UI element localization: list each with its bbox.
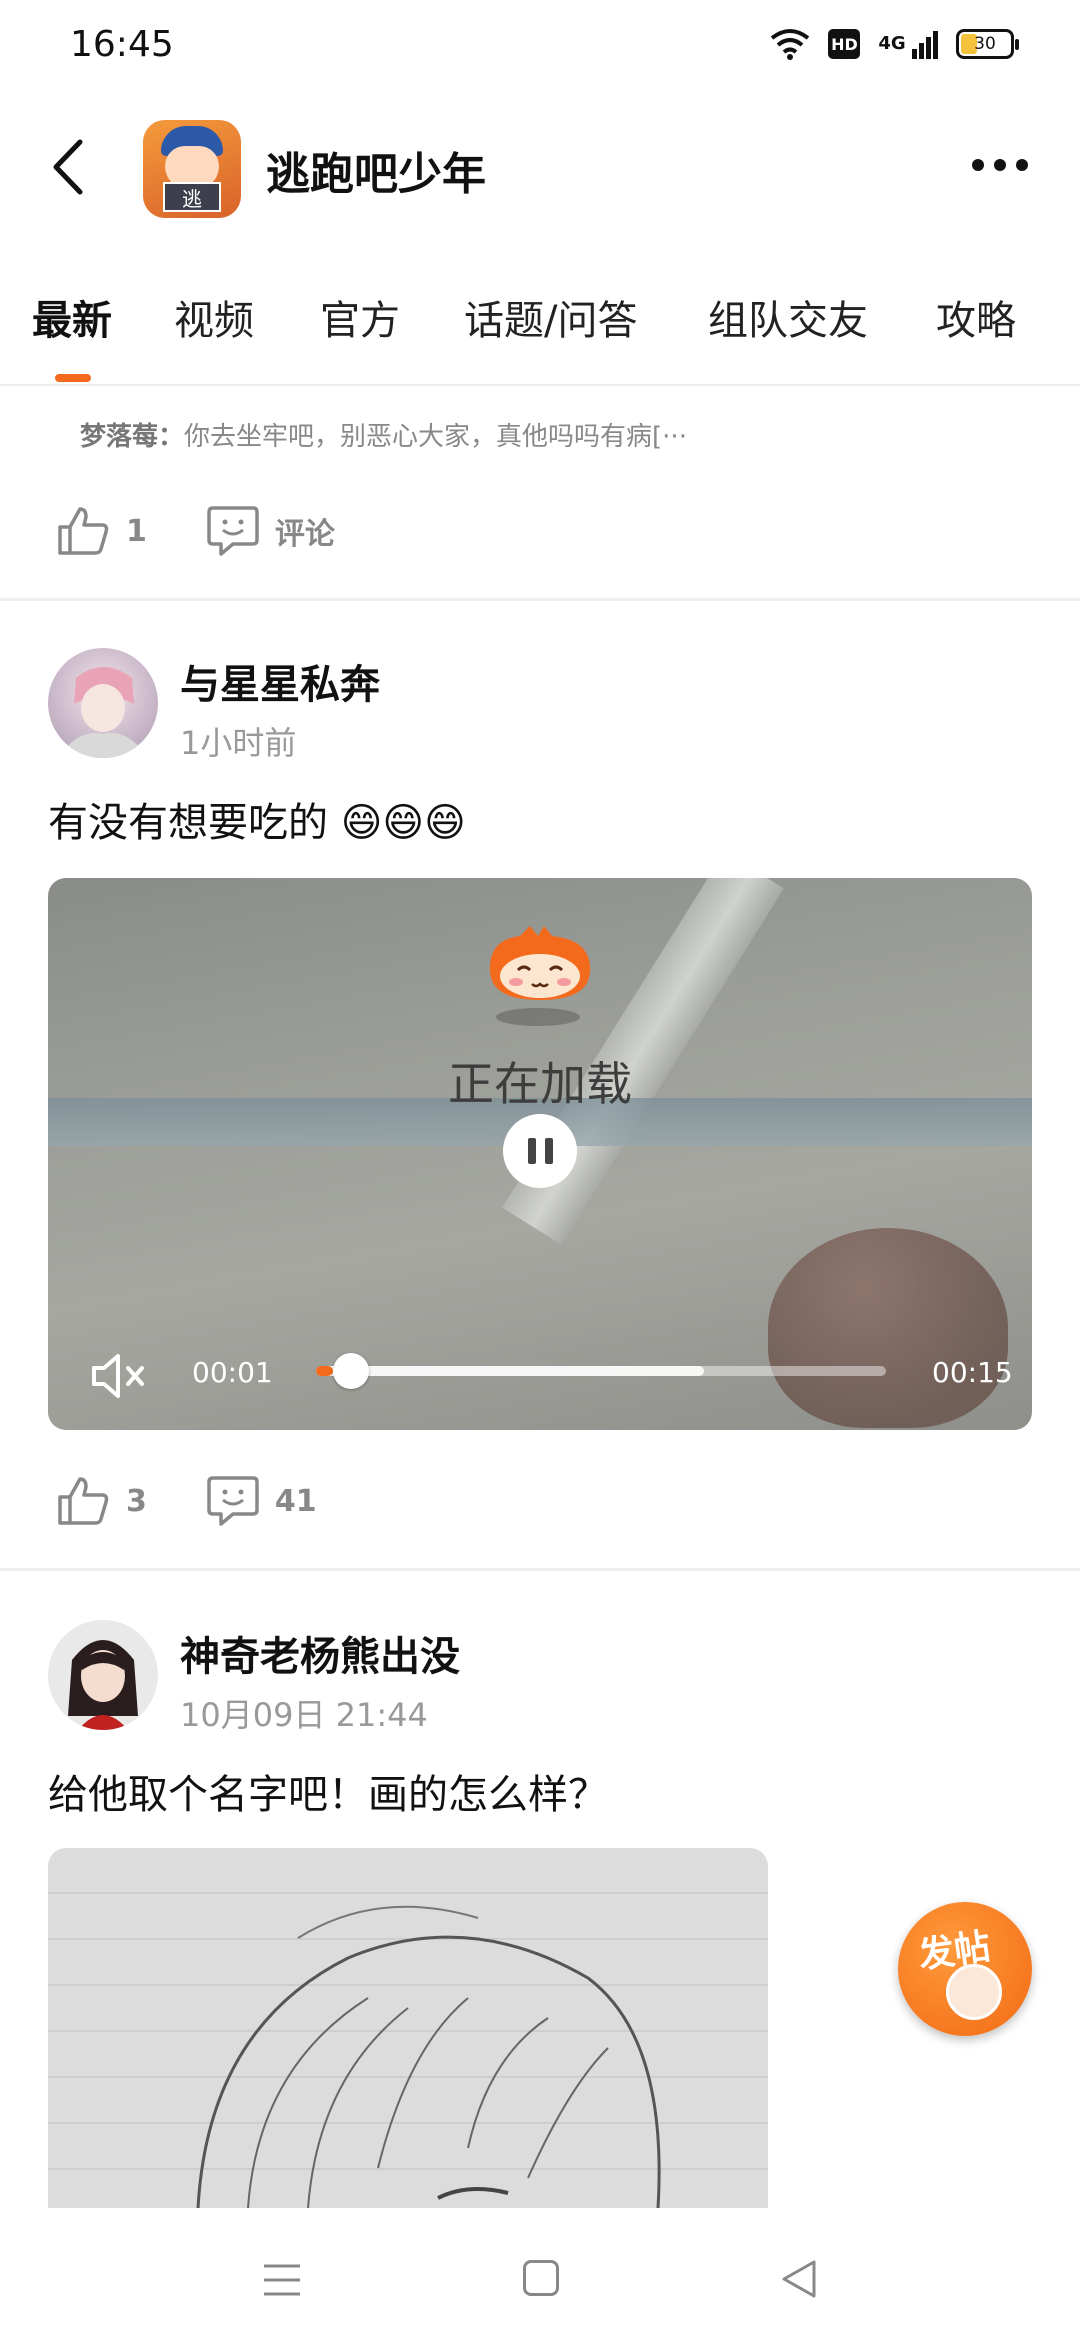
comment-icon	[207, 506, 259, 556]
signal-icon: 4G	[878, 29, 938, 59]
total-time: 00:15	[932, 1356, 1013, 1389]
played-bar	[316, 1366, 334, 1376]
back-triangle-icon[interactable]	[778, 2258, 818, 2300]
pause-icon	[544, 1138, 553, 1164]
dot-icon	[972, 159, 984, 171]
comment-preview[interactable]: 梦落莓：你去坐牢吧，别恶心大家，真他吗吗有病[···	[80, 416, 687, 453]
comment-label: 评论	[274, 517, 335, 552]
progress-bar[interactable]	[316, 1353, 886, 1389]
comment-author: 梦落莓：	[80, 422, 185, 452]
thumbs-up-icon	[58, 507, 109, 555]
post-text[interactable]: 有没有想要吃的 😄😄😄	[48, 790, 466, 848]
home-icon[interactable]	[523, 2260, 559, 2296]
like-button[interactable]: 1	[56, 505, 147, 557]
progress-thumb[interactable]	[333, 1353, 370, 1389]
tab-official[interactable]: 官方	[320, 288, 400, 346]
comment-icon	[207, 1476, 259, 1526]
post-time: 1小时前	[180, 724, 297, 762]
like-count: 1	[126, 513, 147, 549]
battery-level: 30	[974, 34, 996, 54]
status-time: 16:45	[70, 24, 174, 65]
mascot-icon	[946, 1964, 1002, 2020]
post-time: 10月09日 21:44	[180, 1696, 428, 1734]
app-logo[interactable]: 逃	[143, 120, 241, 218]
loading-text: 正在加载	[448, 1057, 632, 1111]
loading-mascot-icon	[489, 926, 591, 1000]
network-type: 4G	[878, 33, 906, 54]
tab-bar: 最新 视频 官方 话题/问答 组队交友 攻略	[0, 280, 1080, 382]
back-button[interactable]	[40, 132, 100, 202]
new-post-button[interactable]: 发帖	[898, 1902, 1032, 2036]
post-image[interactable]	[48, 1848, 768, 2208]
tab-team[interactable]: 组队交友	[708, 288, 868, 346]
like-button[interactable]: 3	[56, 1475, 147, 1527]
menu-icon[interactable]	[262, 2262, 302, 2298]
status-bar: 16:45 HD 4G 30	[0, 0, 1080, 96]
avatar[interactable]	[48, 648, 158, 758]
tab-guides[interactable]: 攻略	[936, 288, 1016, 346]
mute-icon[interactable]	[88, 1348, 148, 1404]
chevron-left-icon	[53, 139, 83, 195]
comment-button[interactable]: 评论	[207, 504, 335, 558]
post-text[interactable]: 给他取个名字吧！画的怎么样？	[48, 1762, 608, 1820]
avatar[interactable]	[48, 1620, 158, 1730]
post-separator	[0, 1568, 1080, 1571]
more-options-button[interactable]	[960, 150, 1040, 180]
status-icons: HD 4G 30	[770, 28, 1019, 60]
dot-icon	[994, 159, 1006, 171]
comment-count: 41	[274, 1483, 317, 1519]
dot-icon	[1016, 159, 1028, 171]
current-time: 00:01	[192, 1356, 273, 1389]
post-actions: 1 评论	[56, 496, 335, 566]
comment-button[interactable]: 41	[207, 1474, 317, 1528]
thumbs-up-icon	[58, 1477, 109, 1525]
video-player[interactable]: 正在加载 00:01 00:15	[48, 878, 1032, 1430]
battery-icon: 30	[956, 29, 1019, 59]
buffered-bar	[316, 1366, 704, 1376]
pause-icon	[527, 1138, 536, 1164]
tab-latest[interactable]: 最新	[32, 288, 112, 346]
app-header: 逃 逃跑吧少年	[0, 110, 1080, 230]
wifi-icon	[771, 29, 810, 60]
like-count: 3	[126, 1483, 147, 1519]
mascot-shadow	[496, 1008, 580, 1026]
tab-video[interactable]: 视频	[174, 288, 254, 346]
page-title: 逃跑吧少年	[266, 149, 486, 200]
divider	[0, 384, 1080, 386]
tab-topics[interactable]: 话题/问答	[464, 288, 637, 346]
username[interactable]: 神奇老杨熊出没	[180, 1624, 460, 1682]
username[interactable]: 与星星私奔	[180, 652, 380, 710]
pause-button[interactable]	[503, 1114, 577, 1188]
post-actions: 3 41	[56, 1466, 317, 1536]
comment-text: 你去坐牢吧，别恶心大家，真他吗吗有病[···	[184, 422, 687, 452]
post-separator	[0, 598, 1080, 601]
logo-sign-text: 逃	[163, 182, 221, 212]
hd-badge: HD	[828, 29, 861, 59]
system-nav-bar	[0, 2208, 1080, 2340]
tab-indicator	[55, 374, 91, 382]
